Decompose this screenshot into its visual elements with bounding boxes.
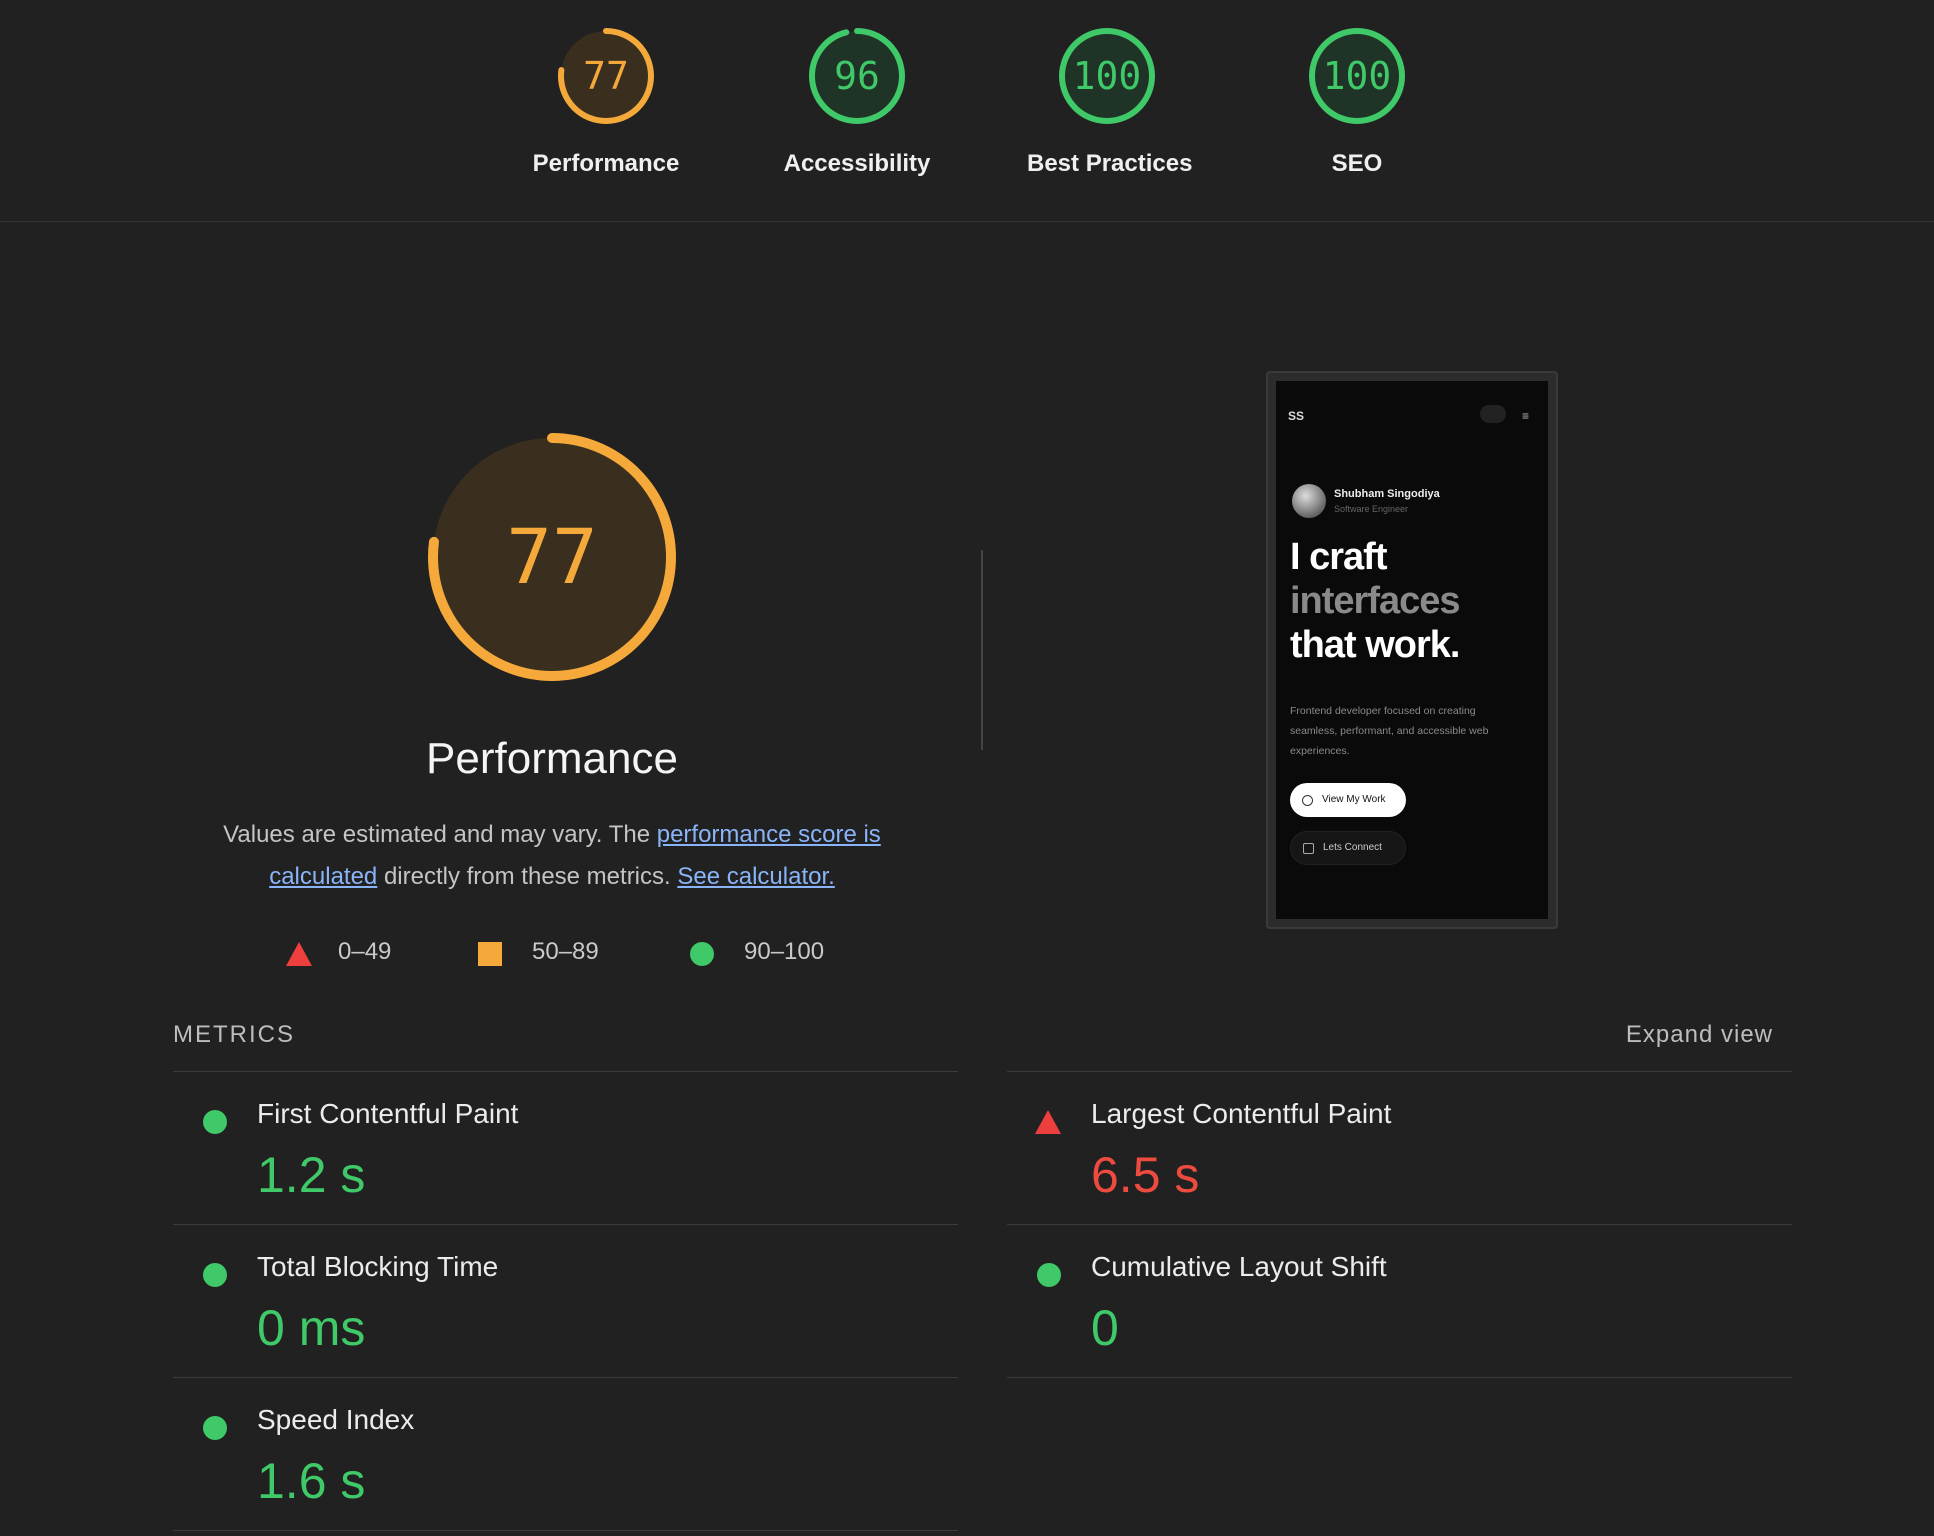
- vertical-divider: [981, 550, 983, 750]
- gauge-ring: 100: [1305, 24, 1409, 128]
- triangle-icon: [286, 942, 312, 966]
- gauge-label: SEO: [1331, 150, 1383, 177]
- gauge-score: 100: [1322, 54, 1392, 98]
- metric-largest-contentful-paint: Largest Contentful Paint 6.5 s: [1007, 1071, 1792, 1225]
- performance-score: 77: [506, 512, 598, 601]
- hero-line-3: that work.: [1290, 624, 1460, 666]
- hero-line-1: I craft: [1290, 536, 1387, 578]
- hero-heading: I craft interfaces that work.: [1290, 535, 1461, 667]
- hero-blurb: Frontend developer focused on creating s…: [1290, 705, 1489, 757]
- gauge-best-practices[interactable]: 100 Best Practices: [1027, 24, 1193, 178]
- pass-circle-icon: [203, 1416, 227, 1440]
- pass-circle-icon: [203, 1263, 227, 1287]
- metric-value: 0: [1091, 1300, 1119, 1356]
- pass-circle-icon: [203, 1110, 227, 1134]
- metric-total-blocking-time: Total Blocking Time 0 ms: [173, 1224, 958, 1378]
- eye-icon: [1302, 795, 1313, 806]
- metric-value: 1.2 s: [257, 1147, 366, 1203]
- metric-title: First Contentful Paint: [257, 1098, 519, 1129]
- view-work-label: View My Work: [1322, 794, 1386, 805]
- pass-circle-icon: [1037, 1263, 1061, 1287]
- metric-title: Total Blocking Time: [257, 1251, 499, 1282]
- gauge-ring: 96: [805, 24, 909, 128]
- profile-name: Shubham Singodiya: [1334, 488, 1440, 500]
- site-logo: SS: [1288, 409, 1305, 423]
- fail-triangle-icon: [1035, 1110, 1061, 1134]
- metrics-heading: METRICS: [173, 1021, 295, 1048]
- legend-fail-label: 0–49: [338, 938, 392, 965]
- gauge-label: Accessibility: [783, 150, 931, 177]
- gauge-ring: 100: [1055, 24, 1159, 128]
- metric-value: 6.5 s: [1091, 1147, 1200, 1203]
- gauge-label: Performance: [532, 150, 680, 177]
- description-text: directly from these metrics.: [377, 863, 678, 890]
- metrics-divider: [1007, 1377, 1792, 1378]
- gauge-score: 96: [834, 54, 880, 98]
- view-work-button: View My Work: [1290, 783, 1406, 817]
- screenshot-screen: SS ≡ Shubham Singodiya Software Engineer…: [1276, 381, 1548, 919]
- gauge-ring: 77: [554, 24, 658, 128]
- performance-gauge: 77: [425, 430, 679, 684]
- gauge-score: 77: [583, 54, 629, 98]
- metric-cumulative-layout-shift: Cumulative Layout Shift 0: [1007, 1224, 1792, 1378]
- final-screenshot[interactable]: SS ≡ Shubham Singodiya Software Engineer…: [1266, 371, 1558, 929]
- metric-title: Cumulative Layout Shift: [1091, 1251, 1387, 1282]
- lets-connect-button: Lets Connect: [1290, 831, 1406, 865]
- avatar: [1292, 484, 1326, 518]
- metric-value: 0 ms: [257, 1300, 366, 1356]
- performance-title: Performance: [426, 734, 678, 783]
- theme-toggle-icon: [1480, 405, 1506, 423]
- performance-description: Values are estimated and may vary. The p…: [170, 814, 934, 898]
- lets-connect-label: Lets Connect: [1323, 842, 1382, 853]
- metric-first-contentful-paint: First Contentful Paint 1.2 s: [173, 1071, 958, 1225]
- metric-title: Speed Index: [257, 1404, 415, 1435]
- gauge-performance[interactable]: 77 Performance: [526, 24, 686, 178]
- hamburger-menu-icon: ≡: [1522, 409, 1530, 423]
- legend-pass-label: 90–100: [744, 938, 825, 965]
- gauge-accessibility[interactable]: 96 Accessibility: [777, 24, 937, 178]
- description-text: Values are estimated and may vary. The: [223, 821, 657, 848]
- metrics-divider: [173, 1530, 958, 1531]
- profile-role: Software Engineer: [1334, 504, 1409, 514]
- square-icon: [478, 942, 502, 966]
- metric-speed-index: Speed Index 1.6 s: [173, 1377, 958, 1531]
- metric-value: 1.6 s: [257, 1453, 366, 1509]
- hero-line-2: interfaces: [1290, 580, 1461, 622]
- gauge-score: 100: [1072, 54, 1142, 98]
- gauge-seo[interactable]: 100 SEO: [1277, 24, 1437, 178]
- category-summary-bar: 77 Performance 96 Accessibility 100 Best…: [0, 0, 1934, 222]
- metric-title: Largest Contentful Paint: [1091, 1098, 1392, 1129]
- legend-average-label: 50–89: [532, 938, 599, 965]
- see-calculator-link[interactable]: See calculator.: [677, 863, 834, 890]
- expand-view-toggle[interactable]: Expand view: [1626, 1021, 1773, 1049]
- gauge-label: Best Practices: [1027, 150, 1193, 177]
- circle-icon: [690, 942, 714, 966]
- chat-icon: [1303, 843, 1314, 854]
